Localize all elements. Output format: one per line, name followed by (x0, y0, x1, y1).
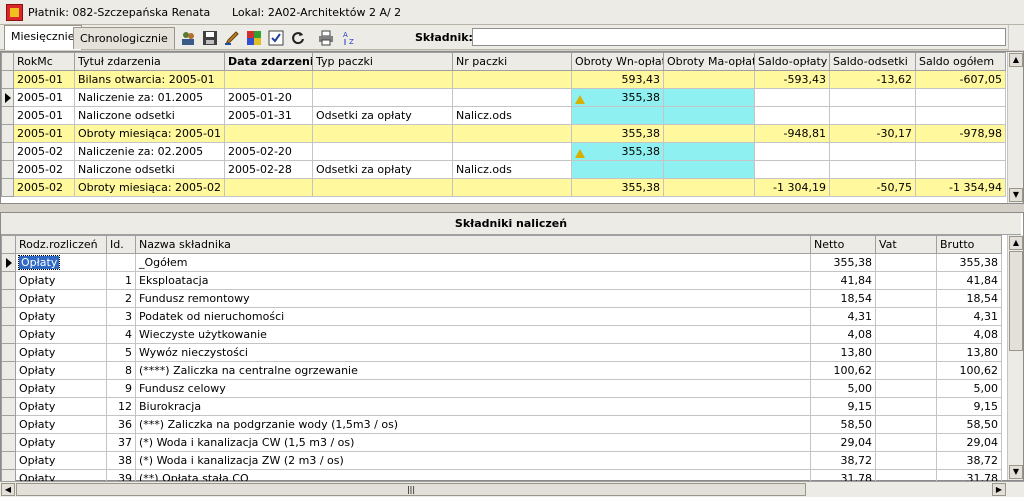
col-id[interactable]: Id. (106, 235, 136, 254)
skladnik-input[interactable] (472, 28, 1006, 46)
table-row[interactable]: 2005-02 Naliczenie za: 02.2005 2005-02-2… (1, 142, 1006, 161)
table-row[interactable]: Opłaty 5 Wywóz nieczystości 13,80 13,80 (1, 343, 1002, 362)
components-title: Składniki naliczeń (1, 213, 1021, 235)
table-row[interactable]: 2005-01 Naliczone odsetki 2005-01-31 Ods… (1, 106, 1006, 125)
table-row[interactable]: Opłaty 9 Fundusz celowy 5,00 5,00 (1, 379, 1002, 398)
indicator-header (1, 235, 16, 254)
scroll-thumb[interactable]: ||| (16, 483, 806, 496)
col-saldo-ogolem[interactable]: Saldo ogółem (915, 52, 1006, 71)
table-row[interactable]: Opłaty 3 Podatek od nieruchomości 4,31 4,31 (1, 307, 1002, 326)
scroll-up-icon[interactable]: ▲ (1009, 53, 1023, 67)
table-row[interactable]: Opłaty 38 (*) Woda i kanalizacja ZW (2 m3 … (1, 451, 1002, 470)
current-row-icon (1, 88, 14, 107)
local-label: Lokal: 2A02-Architektów 2 A/ 2 (232, 6, 402, 19)
table-row[interactable]: Opłaty 4 Wieczyste użytkowanie 4,08 4,08 (1, 325, 1002, 344)
table-row[interactable]: Opłaty 1 Eksploatacja 41,84 41,84 (1, 271, 1002, 290)
col-obroty-ma[interactable]: Obroty Ma-opłaty (663, 52, 755, 71)
horizontal-scrollbar[interactable]: ◀ ||| ▶ (0, 481, 1024, 497)
col-nazwa-skladnika[interactable]: Nazwa składnika (135, 235, 811, 254)
indicator-header (1, 52, 14, 71)
toolbar-scroll-up[interactable] (1008, 25, 1024, 50)
current-row-icon (1, 253, 16, 272)
scroll-right-icon[interactable]: ▶ (992, 483, 1006, 496)
table-row[interactable]: 2005-01 Obroty miesiąca: 2005-01 355,38 … (1, 124, 1006, 143)
table-row[interactable]: Opłaty 8 (****) Zaliczka na centralne ogrz… (1, 361, 1002, 380)
events-vscroll[interactable]: ▲ ▼ (1007, 52, 1023, 203)
svg-text:A: A (343, 31, 348, 39)
table-row[interactable]: 2005-02 Naliczone odsetki 2005-02-28 Ods… (1, 160, 1006, 179)
col-rokmc[interactable]: RokMc (13, 52, 75, 71)
components-panel: Składniki naliczeń Rodz.rozliczeń Id. Na… (0, 212, 1024, 488)
tab-chronologicznie[interactable]: Chronologicznie (73, 27, 175, 49)
col-tytul[interactable]: Tytuł zdarzenia (74, 52, 225, 71)
scroll-up-icon[interactable]: ▲ (1009, 236, 1023, 250)
table-row[interactable]: Opłaty 37 (*) Woda i kanalizacja CW (1,5 m… (1, 433, 1002, 452)
events-panel: RokMc Tytuł zdarzenia Data zdarzenia Typ… (0, 51, 1024, 204)
table-row[interactable]: Opłaty 12 Biurokracja 9,15 9,15 (1, 397, 1002, 416)
events-grid: RokMc Tytuł zdarzenia Data zdarzenia Typ… (1, 52, 1006, 197)
skladnik-label: Składnik: (415, 31, 473, 44)
table-row[interactable]: Opłaty 2 Fundusz remontowy 18,54 18,54 (1, 289, 1002, 308)
scroll-down-icon[interactable]: ▼ (1009, 188, 1023, 202)
col-brutto[interactable]: Brutto (936, 235, 1002, 254)
save-icon[interactable] (200, 28, 219, 47)
col-netto[interactable]: Netto (810, 235, 876, 254)
col-obroty-wn[interactable]: Obroty Wn-opłaty (571, 52, 664, 71)
users-icon[interactable] (178, 28, 197, 47)
table-row[interactable]: Opłaty 36 (***) Zaliczka na podgrzanie wod… (1, 415, 1002, 434)
edit-icon[interactable] (222, 28, 241, 47)
components-vscroll[interactable]: ▲ ▼ (1007, 235, 1023, 480)
checklist-icon[interactable] (266, 28, 285, 47)
col-saldo-oplaty[interactable]: Saldo-opłaty (754, 52, 830, 71)
tab-miesiecznie[interactable]: Miesięcznie (4, 25, 82, 50)
col-typ-paczki[interactable]: Typ paczki (312, 52, 453, 71)
table-row[interactable]: 2005-01 Naliczenie za: 01.2005 2005-01-2… (1, 88, 1006, 107)
col-rodz-rozliczen[interactable]: Rodz.rozliczeń (15, 235, 107, 254)
refresh-icon[interactable] (288, 28, 307, 47)
sort-az-icon[interactable]: AZ (340, 28, 359, 47)
col-saldo-odsetki[interactable]: Saldo-odsetki (829, 52, 916, 71)
col-nr-paczki[interactable]: Nr paczki (452, 52, 572, 71)
app-icon (6, 4, 23, 21)
toolbar: Miesięcznie Chronologicznie AZ Składnik: (0, 25, 1024, 50)
grid-color-icon[interactable] (244, 28, 263, 47)
title-bar: Płatnik: 082-Szczepańska Renata Lokal: 2… (0, 0, 1024, 25)
scroll-thumb[interactable] (1009, 251, 1023, 351)
col-vat[interactable]: Vat (875, 235, 937, 254)
table-row[interactable]: 2005-02 Obroty miesiąca: 2005-02 355,38 … (1, 178, 1006, 197)
print-icon[interactable] (316, 28, 335, 47)
scroll-down-icon[interactable]: ▼ (1009, 465, 1023, 479)
svg-text:Z: Z (349, 38, 354, 46)
col-data[interactable]: Data zdarzenia (224, 52, 313, 71)
table-row[interactable]: 2005-01 Bilans otwarcia: 2005-01 593,43 … (1, 70, 1006, 89)
payer-label: Płatnik: 082-Szczepańska Renata (28, 6, 211, 19)
table-row[interactable]: Opłaty _Ogółem 355,38 355,38 (1, 253, 1002, 272)
components-grid: Rodz.rozliczeń Id. Nazwa składnika Netto… (1, 235, 1002, 488)
warning-icon (575, 149, 585, 158)
warning-icon (575, 95, 585, 104)
scroll-left-icon[interactable]: ◀ (1, 483, 15, 496)
